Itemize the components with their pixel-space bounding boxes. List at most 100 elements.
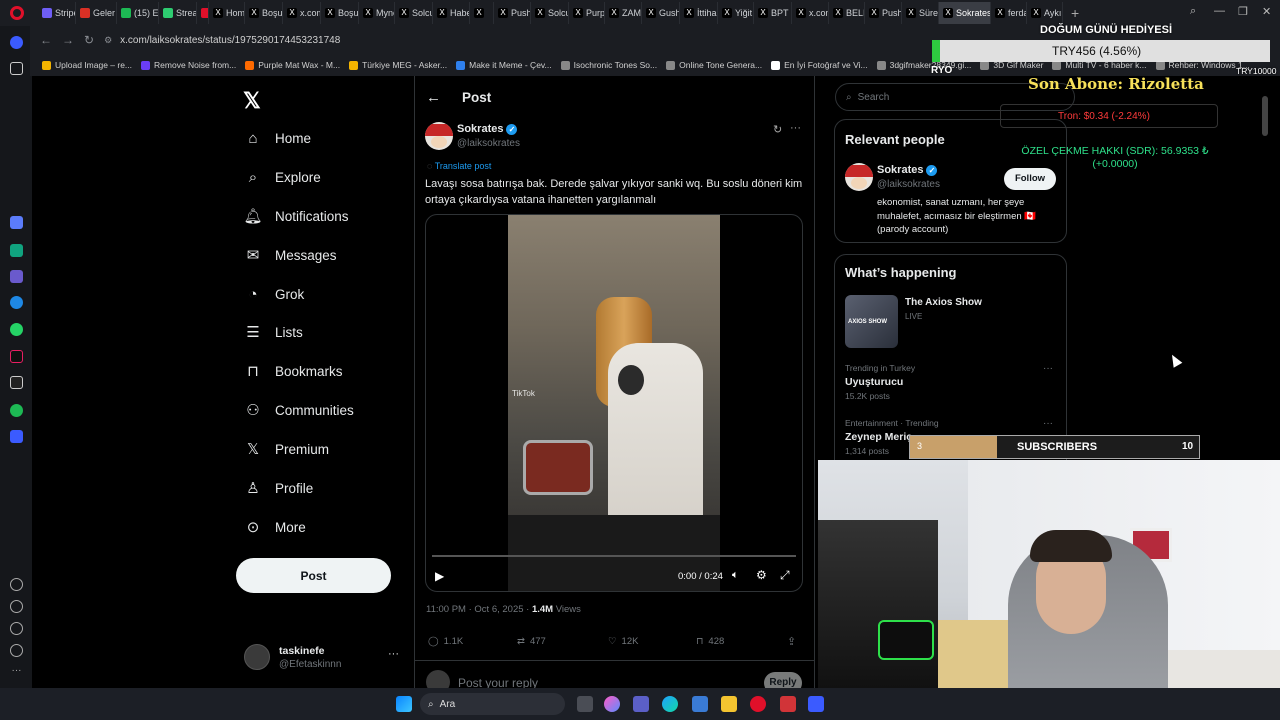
search-input[interactable]: Search [858, 92, 890, 103]
author-handle[interactable]: @laiksokrates [457, 138, 520, 149]
browser-tab[interactable]: XHome [209, 2, 245, 24]
play-icon[interactable]: ▶ [435, 569, 444, 583]
more-options-icon[interactable]: ··· [790, 122, 801, 134]
fullscreen-icon[interactable]: ⤢ [780, 568, 790, 583]
author-avatar[interactable] [425, 122, 453, 150]
page-scrollbar[interactable] [1262, 96, 1268, 136]
bookmark-item[interactable]: Türkiye MEG - Asker... [349, 60, 447, 70]
windows-start-icon[interactable] [396, 696, 412, 712]
new-tab-button[interactable]: + [1071, 5, 1079, 21]
teams-icon[interactable] [633, 696, 649, 712]
more-sidebar-icon[interactable]: ··· [10, 666, 23, 679]
edge-icon[interactable] [662, 696, 678, 712]
nav-item-explore[interactable]: ⌕ Explore [243, 167, 321, 187]
minimize-button[interactable]: — [1214, 5, 1225, 17]
heart-icon[interactable] [10, 578, 23, 591]
reply-button[interactable]: Reply [764, 672, 802, 688]
reply-input[interactable]: Post your reply [458, 676, 538, 688]
browser-tab[interactable]: X Yiğit [718, 2, 754, 24]
browser-tab[interactable]: Xferda [991, 2, 1027, 24]
nav-item-premium[interactable]: 𝕏 Premium [243, 439, 329, 459]
trend-name-1[interactable]: Uyuşturucu [845, 376, 903, 388]
site-info-icon[interactable]: ⚙ [104, 35, 112, 46]
grok-explain-icon[interactable]: ↻ [773, 123, 782, 136]
x-icon[interactable] [10, 376, 23, 389]
nav-item-grok[interactable]: ◔ Grok [243, 284, 304, 304]
nav-item-notifications[interactable]: 🔔︎ Notifications [243, 206, 348, 226]
repost-action[interactable]: ⇄ 477 [517, 636, 546, 647]
forward-icon[interactable]: → [62, 33, 74, 47]
video-frame[interactable]: TikTok [508, 215, 720, 591]
browser-tab[interactable]: X Boşuı [245, 2, 283, 24]
opera-logo-icon[interactable] [10, 6, 24, 20]
browser-tab[interactable]: X Push [494, 2, 531, 24]
red-app-icon[interactable] [780, 696, 796, 712]
browser-tab[interactable]: X Purpl [569, 2, 605, 24]
tiktok-icon[interactable] [10, 350, 23, 363]
video-player[interactable]: TikTok ▶ 0:00 / 0:24 🔈︎ ⚙ ⤢ [425, 214, 803, 592]
browser-tab[interactable]: X Push [865, 2, 902, 24]
browser-tab[interactable]: XSürey [902, 2, 939, 24]
chatgpt-icon[interactable] [10, 244, 23, 257]
settings-icon[interactable] [10, 622, 23, 635]
video-settings-icon[interactable]: ⚙ [756, 568, 767, 582]
browser-tab[interactable]: X [470, 2, 494, 24]
file-explorer-icon[interactable] [721, 696, 737, 712]
bookmark-item[interactable]: Isochronic Tones So... [560, 60, 657, 70]
store-icon[interactable] [692, 696, 708, 712]
post-button[interactable]: Post [236, 558, 391, 593]
translate-post-link[interactable]: Translate post [435, 161, 492, 171]
browser-tab[interactable]: X Boşuı [321, 2, 359, 24]
person-name[interactable]: Sokrates [877, 164, 923, 176]
trend-more-icon[interactable]: ··· [1043, 363, 1053, 374]
reload-icon[interactable]: ↻ [84, 33, 94, 47]
cs-icon[interactable] [10, 270, 23, 283]
browser-tab[interactable]: XBELIT [829, 2, 865, 24]
bookmark-item[interactable]: Make it Meme - Çev... [456, 60, 552, 70]
axios-thumbnail[interactable]: AXIOS SHOW [845, 295, 898, 348]
axios-title[interactable]: The Axios Show [905, 297, 982, 308]
maximize-button[interactable]: ❐ [1238, 5, 1248, 18]
browser-tab[interactable] [197, 2, 209, 24]
browser-tab[interactable]: X Habe [433, 2, 470, 24]
browser-tab[interactable]: X İttiha [680, 2, 718, 24]
nav-item-lists[interactable]: ☰ Lists [243, 322, 303, 342]
star-icon[interactable] [10, 62, 23, 75]
taskbar-app-icon[interactable] [808, 696, 824, 712]
close-window-button[interactable]: ✕ [1262, 5, 1271, 18]
trend-more-icon[interactable]: ··· [1043, 418, 1053, 429]
messenger-icon[interactable] [10, 296, 23, 309]
browser-tab[interactable]: Xx.com [792, 2, 829, 24]
home-icon[interactable] [10, 36, 23, 49]
video-progress-bar[interactable] [432, 555, 796, 557]
x-logo-icon[interactable]: 𝕏 [243, 88, 261, 114]
author-name[interactable]: Sokrates [457, 123, 503, 135]
tab-search-icon[interactable]: ⌕ [1190, 5, 1196, 18]
task-view-icon[interactable] [577, 696, 593, 712]
bookmark-action[interactable]: ⊓ 428 [696, 636, 724, 647]
browser-tab[interactable]: X Solcu [531, 2, 569, 24]
taskbar-search[interactable]: ⌕ Ara [420, 693, 565, 715]
url-field[interactable]: x.com/laiksokrates/status/19752901744532… [120, 35, 340, 46]
browser-tab[interactable]: XSokrates c [939, 2, 991, 24]
bookmark-item[interactable]: Upload Image – re... [42, 60, 132, 70]
nav-item-bookmarks[interactable]: ⊓ Bookmarks [243, 361, 342, 381]
reply-action[interactable]: ◯ 1.1K [428, 636, 463, 647]
volume-icon[interactable]: 🔈︎ [732, 569, 739, 582]
nav-item-messages[interactable]: ✉ Messages [243, 245, 337, 265]
browser-tab[interactable]: X Gush [642, 2, 680, 24]
browser-tab[interactable]: XBPT c [754, 2, 792, 24]
browser-tab[interactable]: X Solcu [395, 2, 433, 24]
whatsapp-icon[interactable] [10, 323, 23, 336]
back-icon[interactable]: ← [40, 33, 52, 47]
bookmark-item[interactable]: En İyi Fotoğraf ve Vi... [771, 60, 868, 70]
copilot-icon[interactable] [604, 696, 620, 712]
person-avatar[interactable] [845, 163, 873, 191]
avatar[interactable] [244, 644, 270, 670]
browser-tab[interactable]: XAykın [1027, 2, 1063, 24]
like-action[interactable]: ♡ 12K [608, 636, 638, 647]
player-icon[interactable] [10, 430, 23, 443]
browser-tab[interactable]: Stream [159, 2, 197, 24]
nav-item-more[interactable]: ⊙ More [243, 517, 306, 537]
opera-taskbar-icon[interactable] [750, 696, 766, 712]
